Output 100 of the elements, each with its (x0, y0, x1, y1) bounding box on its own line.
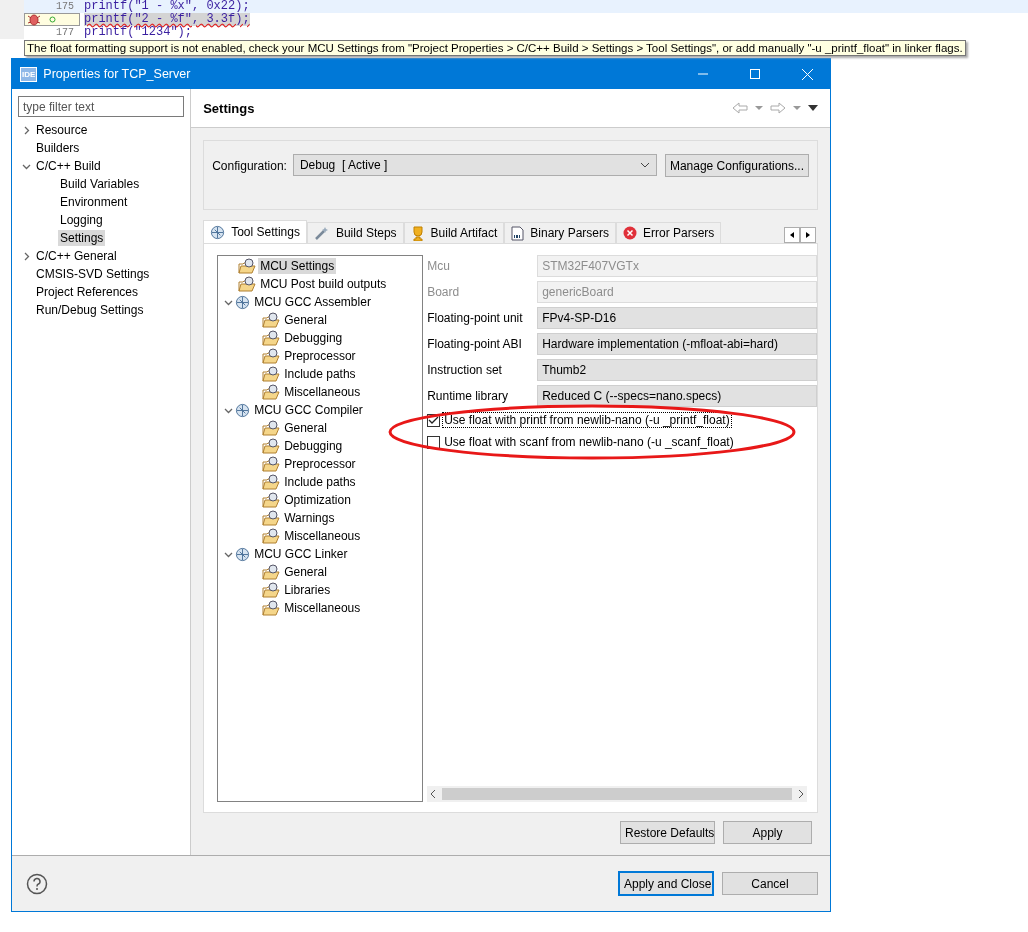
folder-gear-icon (262, 474, 281, 490)
app-badge: IDE (20, 66, 38, 82)
horizontal-scrollbar[interactable] (427, 786, 807, 802)
gear-icon (235, 546, 251, 562)
folder-gear-icon (262, 384, 281, 400)
folder-gear-icon (262, 528, 281, 544)
folder-gear-icon (262, 312, 281, 328)
field-label: Board (427, 285, 461, 299)
wand-icon (313, 226, 330, 240)
error-icon (623, 226, 637, 240)
code-line: printf("1 - %x", 0x22); (84, 0, 250, 13)
folder-gear-icon (262, 330, 281, 346)
view-menu-icon[interactable] (808, 105, 818, 111)
nav-tree-item[interactable]: Builders (34, 140, 82, 156)
nav-tree-item[interactable]: C/C++ Build (34, 158, 103, 174)
nav-tree-item[interactable]: C/C++ General (34, 248, 119, 264)
editor-ruler (0, 26, 24, 39)
tool-tree-item[interactable]: Miscellaneous (282, 384, 363, 400)
checkbox-label[interactable]: Use float with scanf from newlib-nano (-u _scanf_float) (443, 435, 735, 449)
gear-icon (235, 294, 251, 310)
left-triangle-icon (790, 232, 794, 238)
nav-tree-item[interactable]: CMSIS-SVD Settings (34, 266, 152, 282)
tab[interactable]: Tool Settings (203, 220, 307, 243)
gear-icon (210, 224, 226, 240)
nav-tree-item[interactable]: Logging (58, 212, 105, 228)
nav-tree-item[interactable]: Environment (58, 194, 130, 210)
help-icon[interactable] (26, 872, 48, 895)
nav-tree-item[interactable]: Project References (34, 284, 141, 300)
circle-icon (49, 16, 56, 23)
scroll-right-button[interactable] (800, 227, 816, 243)
line-number: 175 (55, 1, 75, 12)
option-field[interactable]: Reduced C (--specs=nano.specs) (537, 385, 817, 407)
tool-tree-item[interactable]: Preprocessor (282, 456, 358, 472)
maximize-icon (750, 69, 760, 79)
tool-tree-item[interactable]: Debugging (282, 330, 345, 346)
window-title: Properties for TCP_Server (43, 67, 192, 81)
option-field[interactable]: Thumb2 (537, 359, 817, 381)
page-button[interactable]: Restore Defaults (620, 821, 715, 844)
folder-gear-icon (262, 348, 281, 364)
tool-tree-item[interactable]: MCU Settings (258, 258, 337, 274)
tool-tree-item[interactable]: Miscellaneous (282, 600, 363, 616)
nav-tree-item[interactable]: Settings (58, 230, 106, 246)
scrollbar-thumb[interactable] (442, 788, 792, 800)
tooltip: The float formatting support is not enabled, check your MCU Settings from "Project Properties > C/C++ Build > Settings > Tool Settings", or add manually "-u _printf_float" in linker flags. (24, 40, 966, 56)
cancel-button[interactable]: Cancel (722, 872, 818, 895)
tool-tree-item[interactable]: Include paths (282, 474, 358, 490)
line-number: 177 (55, 27, 75, 38)
tool-tree-item[interactable]: General (282, 564, 329, 580)
warning-marker[interactable] (24, 13, 80, 26)
folder-gear-icon (262, 492, 281, 508)
tool-tree-item[interactable]: Include paths (282, 366, 358, 382)
tool-tree-item[interactable]: MCU GCC Assembler (252, 294, 373, 310)
nav-tree-item[interactable]: Resource (34, 122, 90, 138)
tool-tree-item[interactable]: Warnings (282, 510, 337, 526)
tool-tree-item[interactable]: MCU GCC Compiler (252, 402, 365, 418)
apply-and-close-button[interactable]: Apply and Close (618, 871, 714, 896)
tool-tree-item[interactable]: Debugging (282, 438, 345, 454)
field-label: Instruction set (427, 363, 503, 377)
field-label: Runtime library (427, 389, 509, 403)
folder-gear-icon (262, 564, 281, 580)
filter-field[interactable]: type filter text (18, 96, 184, 117)
folder-gear-icon (262, 456, 281, 472)
dropdown-icon[interactable] (754, 105, 764, 111)
folder-gear-icon (262, 438, 281, 454)
tab[interactable]: Build Steps (306, 222, 404, 243)
tab[interactable]: Binary Parsers (504, 222, 616, 243)
folder-gear-icon (262, 582, 281, 598)
manage-configurations-button[interactable]: Manage Configurations... (664, 154, 809, 177)
nav-tree-item[interactable]: Build Variables (58, 176, 142, 192)
folder-gear-icon (262, 600, 281, 616)
left-chevron-icon (431, 790, 437, 798)
tool-tree-item[interactable]: Preprocessor (282, 348, 358, 364)
tool-tree-item[interactable]: General (282, 312, 329, 328)
checkbox-label[interactable]: Use float with printf from newlib-nano (-u _printf_float) (443, 413, 731, 427)
field-label: Floating-point unit (427, 311, 524, 325)
nav-tree-item[interactable]: Run/Debug Settings (34, 302, 146, 318)
tab[interactable]: Error Parsers (616, 222, 722, 243)
tool-tree-item[interactable]: General (282, 420, 329, 436)
field-label: Mcu (427, 259, 451, 273)
page-title: Settings (203, 100, 256, 116)
chevron-down-icon (639, 162, 650, 168)
tool-tree-item[interactable]: MCU Post build outputs (258, 276, 389, 292)
configuration-select[interactable]: Debug [ Active ] (292, 154, 657, 176)
right-chevron-icon (798, 790, 803, 798)
page-button[interactable]: Apply (723, 821, 812, 844)
tool-tree-item[interactable]: MCU GCC Linker (252, 546, 350, 562)
binary-file-icon (511, 225, 525, 241)
scroll-left-button[interactable] (784, 227, 800, 243)
close-icon (801, 68, 813, 80)
tool-tree-item[interactable]: Libraries (282, 582, 333, 598)
tool-tree-item[interactable]: Optimization (282, 492, 353, 508)
tool-tree-item[interactable]: Miscellaneous (282, 528, 363, 544)
folder-gear-icon (238, 276, 257, 292)
trophy-icon (410, 225, 425, 241)
tab[interactable]: Build Artifact (403, 222, 505, 243)
folder-gear-icon (238, 258, 257, 274)
option-field[interactable]: FPv4-SP-D16 (537, 307, 817, 329)
folder-gear-icon (262, 420, 281, 436)
option-field[interactable]: Hardware implementation (-mfloat-abi=hard) (537, 333, 817, 355)
dropdown-icon[interactable] (792, 105, 802, 111)
